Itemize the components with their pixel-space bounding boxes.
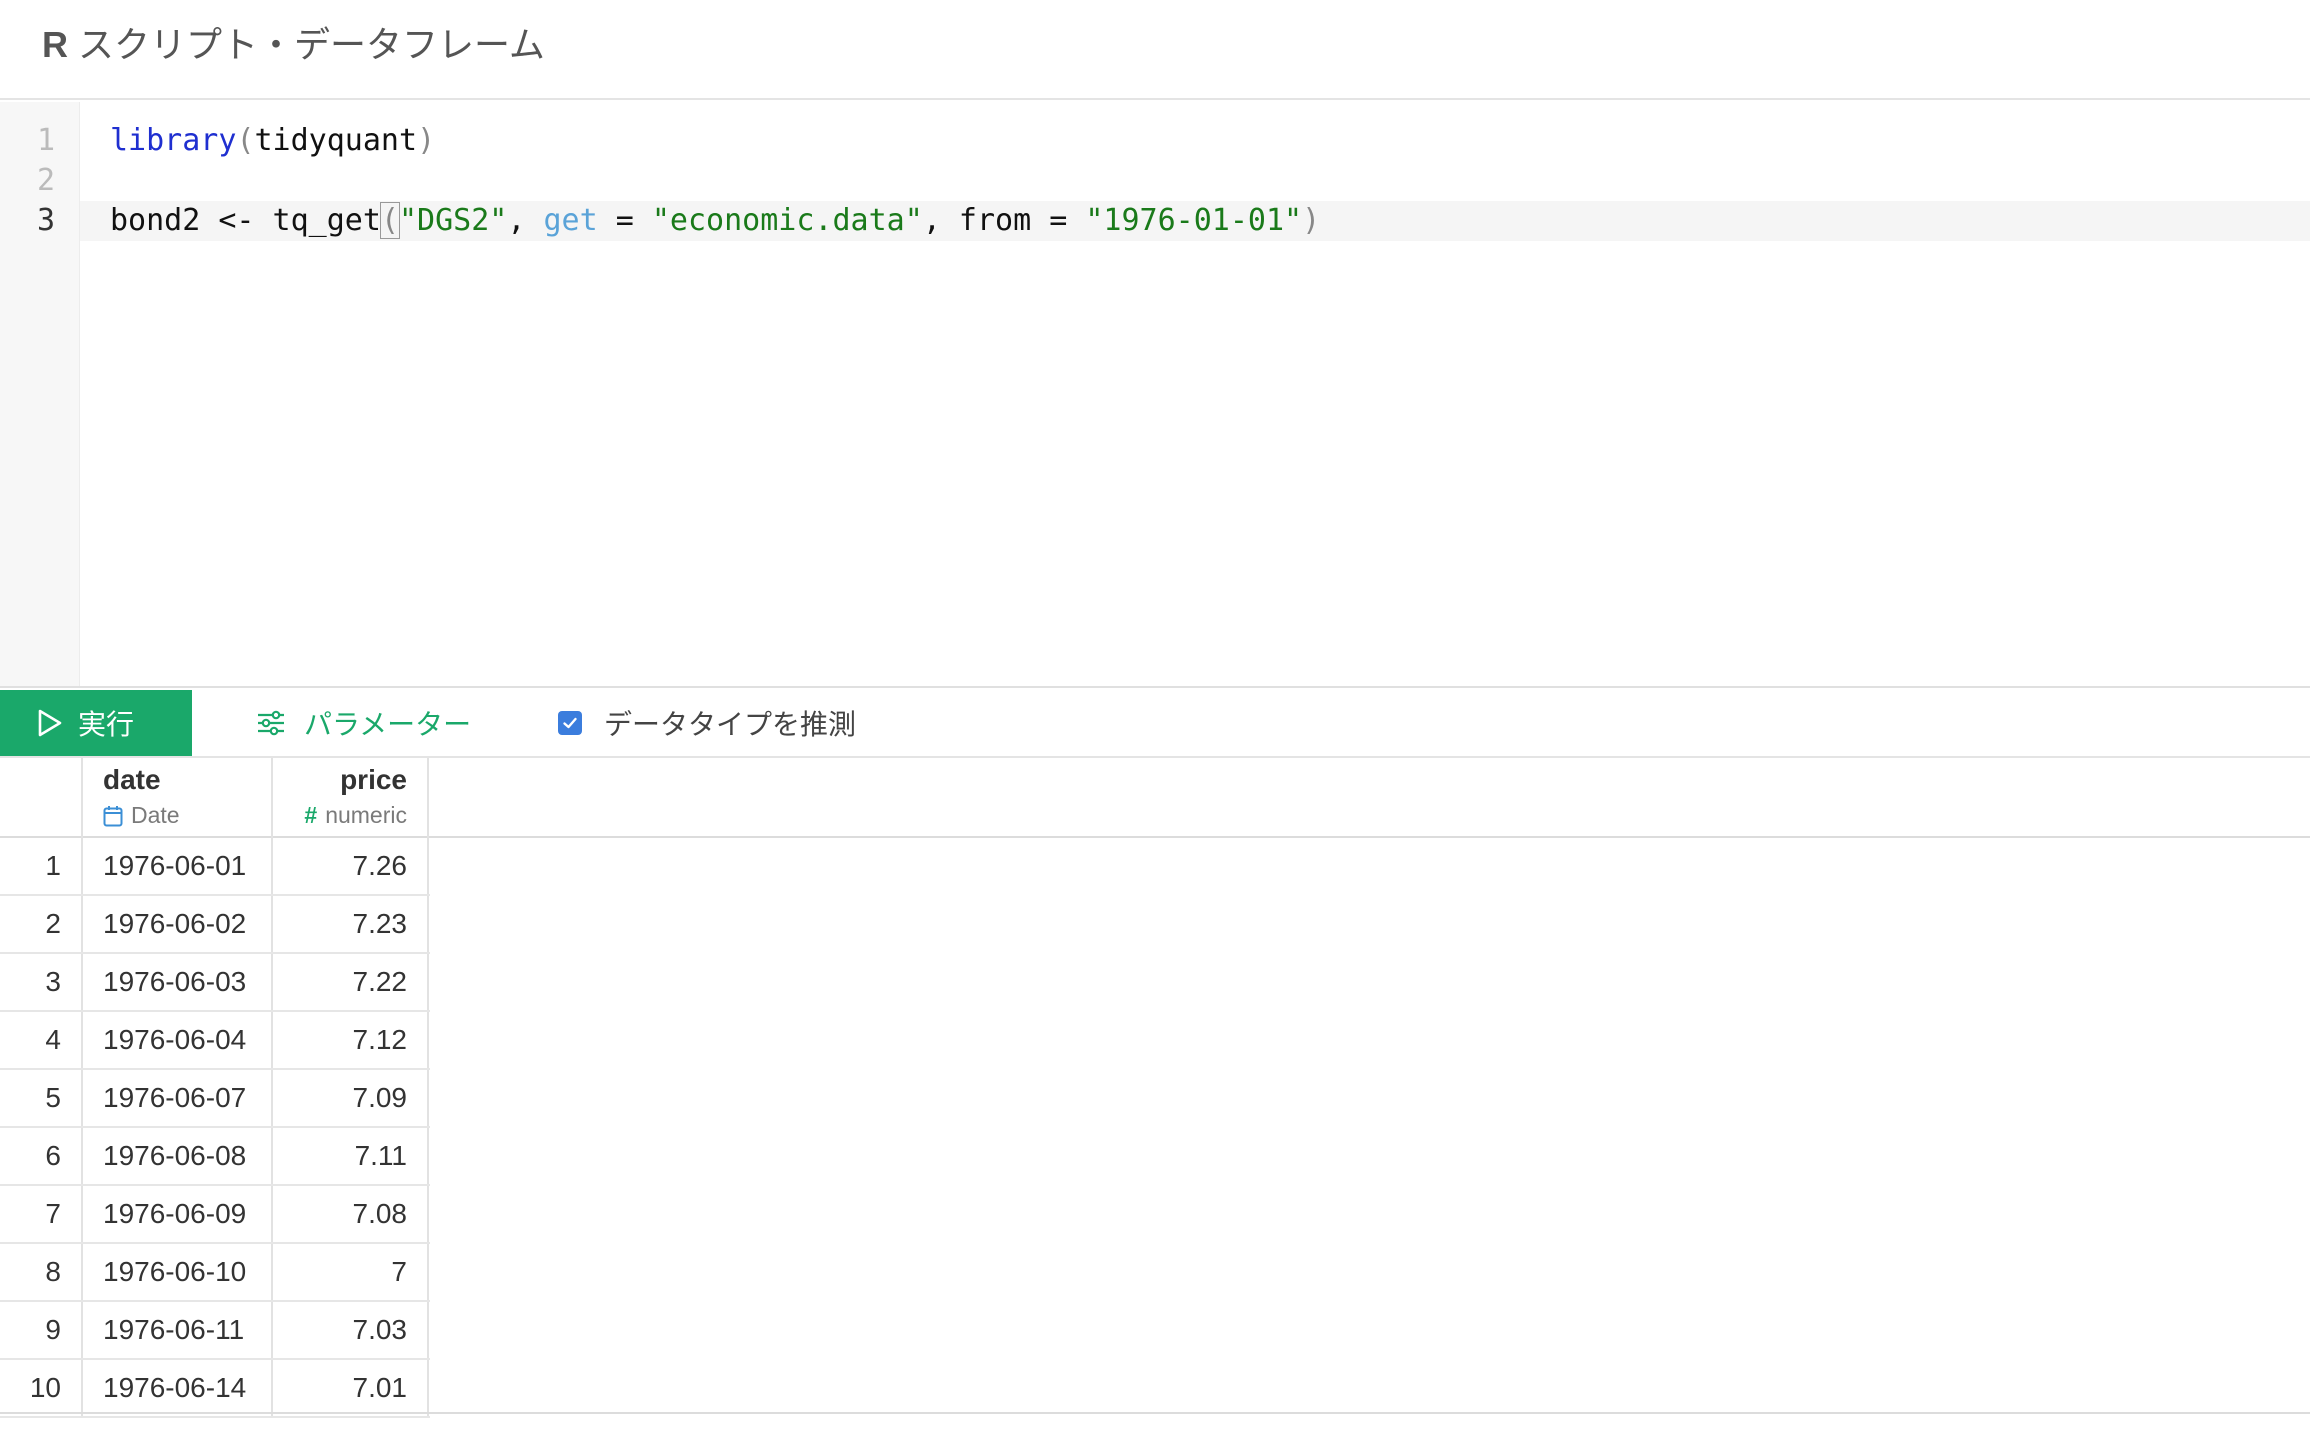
row-number-cell: 2: [0, 896, 83, 952]
page-title: R スクリプト・データフレーム: [42, 22, 545, 69]
price-cell: 7.26: [273, 838, 429, 894]
price-cell: 7.09: [273, 1070, 429, 1126]
date-cell: 1976-06-08: [83, 1128, 273, 1184]
code-token: tidyquant: [254, 123, 418, 158]
row-number-cell: 9: [0, 1302, 83, 1358]
table-row[interactable]: 10 1976-06-14 7.01: [0, 1360, 430, 1418]
row-number-cell: 3: [0, 954, 83, 1010]
line-number: 1: [36, 123, 55, 158]
table-row[interactable]: 2 1976-06-02 7.23: [0, 896, 430, 954]
r-badge: R: [42, 24, 68, 65]
code-token: "economic.data": [651, 203, 923, 238]
row-number-cell: 10: [0, 1360, 83, 1416]
price-cell: 7: [273, 1244, 429, 1300]
date-cell: 1976-06-02: [83, 896, 273, 952]
code-editor[interactable]: 123 library(tidyquant) bond2 <- tq_get("D…: [0, 102, 2310, 686]
table-row[interactable]: 1 1976-06-01 7.26: [0, 838, 430, 896]
code-token: get: [543, 203, 598, 238]
code-token: "1976-01-01": [1085, 203, 1303, 238]
date-cell: 1976-06-11: [83, 1302, 273, 1358]
line-number: 3: [36, 203, 55, 238]
page-title-text: スクリプト・データフレーム: [78, 25, 545, 66]
row-number-cell: 4: [0, 1012, 83, 1068]
code-token: "DGS2": [399, 203, 508, 238]
editor-toolbar: 実行 パラメーター データタイプを推測: [0, 686, 2310, 758]
header-bar: R スクリプト・データフレーム: [0, 0, 2310, 100]
price-cell: 7.03: [273, 1302, 429, 1358]
date-cell: 1976-06-04: [83, 1012, 273, 1068]
column-header-date[interactable]: date Date: [83, 758, 273, 838]
checkbox-checked-icon[interactable]: [558, 711, 582, 735]
column-header-price[interactable]: price # numeric: [273, 758, 429, 838]
price-cell: 7.01: [273, 1360, 429, 1416]
row-number-cell: 8: [0, 1244, 83, 1300]
row-number-cell: 7: [0, 1186, 83, 1242]
line-number: 2: [36, 163, 55, 198]
code-line[interactable]: library(tidyquant): [110, 121, 435, 161]
price-cell: 7.08: [273, 1186, 429, 1242]
parameters-button-label: パラメーター: [304, 708, 472, 741]
code-token: ,: [507, 203, 544, 238]
column-type: # numeric: [304, 802, 407, 829]
row-number-cell: 6: [0, 1128, 83, 1184]
row-number-header: [0, 758, 83, 838]
code-token: (: [236, 123, 255, 158]
date-cell: 1976-06-14: [83, 1360, 273, 1416]
code-token: =: [597, 203, 652, 238]
table-row[interactable]: 7 1976-06-09 7.08: [0, 1186, 430, 1244]
column-type: Date: [103, 802, 180, 829]
price-cell: 7.12: [273, 1012, 429, 1068]
date-cell: 1976-06-01: [83, 838, 273, 894]
price-cell: 7.11: [273, 1128, 429, 1184]
code-token: ): [1302, 203, 1321, 238]
table-row[interactable]: 6 1976-06-08 7.11: [0, 1128, 430, 1186]
infer-data-type-checkbox[interactable]: データタイプを推測: [558, 690, 856, 756]
code-token: (: [379, 202, 401, 239]
row-number-cell: 5: [0, 1070, 83, 1126]
code-line[interactable]: bond2 <- tq_get("DGS2", get = "economic.…: [110, 201, 1320, 241]
sliders-icon: [256, 708, 286, 738]
hash-icon: #: [304, 802, 318, 828]
column-name: price: [340, 764, 407, 795]
table-header: date Date price # numeric: [0, 758, 2310, 838]
parameters-button[interactable]: パラメーター: [256, 690, 471, 756]
row-number-cell: 1: [0, 838, 83, 894]
code-token: ): [417, 123, 436, 158]
price-cell: 7.22: [273, 954, 429, 1010]
date-cell: 1976-06-09: [83, 1186, 273, 1242]
data-table: date Date price # numeric 1 1976-06-01 7…: [0, 758, 2310, 1418]
table-row[interactable]: 9 1976-06-11 7.03: [0, 1302, 430, 1360]
date-cell: 1976-06-07: [83, 1070, 273, 1126]
table-row[interactable]: 8 1976-06-10 7: [0, 1244, 430, 1302]
price-cell: 7.23: [273, 896, 429, 952]
infer-data-type-label: データタイプを推測: [604, 708, 857, 741]
table-row[interactable]: 3 1976-06-03 7.22: [0, 954, 430, 1012]
play-icon: [36, 708, 64, 738]
column-name: date: [103, 764, 161, 795]
column-type-label: numeric: [325, 802, 407, 828]
table-row[interactable]: 4 1976-06-04 7.12: [0, 1012, 430, 1070]
date-cell: 1976-06-10: [83, 1244, 273, 1300]
table-row[interactable]: 5 1976-06-07 7.09: [0, 1070, 430, 1128]
run-button[interactable]: 実行: [0, 690, 192, 756]
code-token: , from =: [922, 203, 1086, 238]
table-bottom-border: [0, 1412, 2310, 1414]
run-button-label: 実行: [78, 708, 135, 741]
date-cell: 1976-06-03: [83, 954, 273, 1010]
calendar-icon: [103, 805, 123, 827]
column-type-label: Date: [131, 802, 180, 828]
code-token: bond2 <- tq_get: [110, 203, 381, 238]
code-token: library: [110, 123, 237, 158]
